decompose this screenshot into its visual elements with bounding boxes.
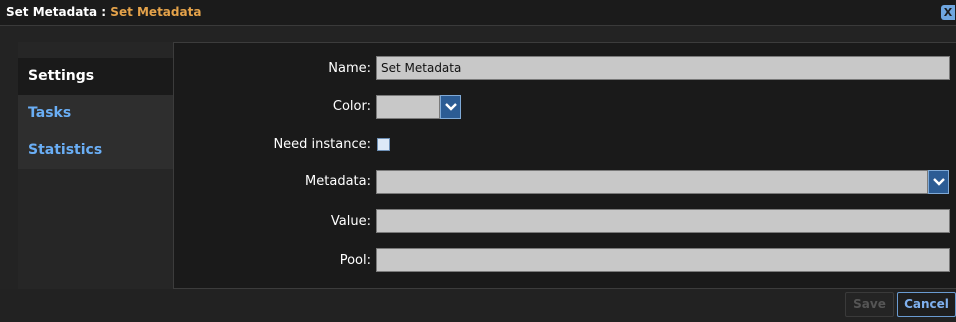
chevron-down-icon [445,103,457,111]
value-label: Value: [330,214,371,229]
pool-label: Pool: [339,253,371,268]
name-label: Name: [328,61,371,76]
name-input[interactable]: Set Metadata [376,56,950,80]
sidebar-item-settings[interactable]: Settings [18,58,173,95]
color-dropdown-button[interactable] [440,95,461,119]
need-instance-checkbox[interactable] [377,138,390,151]
set-metadata-dialog: Set Metadata : Set Metadata X Settings T… [0,0,956,322]
metadata-dropdown-button[interactable] [928,170,949,194]
pool-input[interactable] [376,248,950,272]
metadata-label: Metadata: [305,174,371,189]
close-icon[interactable]: X [941,5,955,20]
window-title-name: Set Metadata [110,5,202,19]
color-select[interactable] [376,95,440,119]
window-title-prefix: Set Metadata : [6,5,111,19]
cancel-button[interactable]: Cancel [897,292,956,317]
save-button[interactable]: Save [845,292,894,317]
color-label: Color: [332,99,371,114]
sidebar-item-statistics[interactable]: Statistics [18,132,173,169]
sidebar: Settings Tasks Statistics [18,42,173,289]
chevron-down-icon [933,178,945,186]
need-instance-label: Need instance: [273,137,371,152]
footer-bar [0,289,956,322]
metadata-select[interactable] [376,170,928,194]
title-bar: Set Metadata : Set Metadata X [0,0,956,26]
window-title: Set Metadata : Set Metadata [6,5,201,19]
value-input[interactable] [376,209,950,233]
sidebar-item-tasks[interactable]: Tasks [18,95,173,132]
